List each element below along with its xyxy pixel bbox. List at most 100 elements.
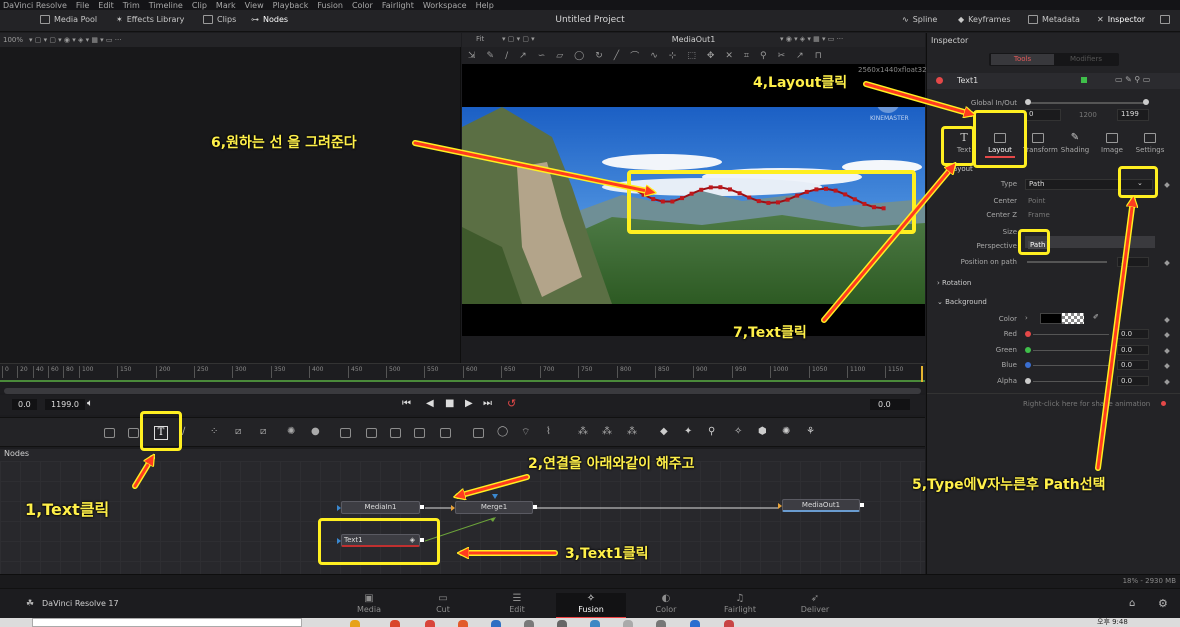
- timeline-ruler[interactable]: 0 20 40 60 80 100 150 200 250 300 350 400 450 500 550 6…: [0, 366, 925, 380]
- page-media[interactable]: ▣ Media: [334, 593, 404, 614]
- position-keyframe-icon[interactable]: [1164, 260, 1170, 266]
- left-viewer-options[interactable]: ▾ ▢ ▾ ▢ ▾ ◉ ▾ ◈ ▾ ▦ ▾ ▭ ···: [29, 36, 121, 44]
- pen-tool-icon[interactable]: ✎: [487, 51, 495, 61]
- 3d-merge-icon[interactable]: ✧: [734, 426, 742, 437]
- merge-output-icon[interactable]: [533, 505, 537, 509]
- taskbar-app-l-icon[interactable]: [724, 620, 734, 627]
- mediaout-output-icon[interactable]: [860, 503, 864, 507]
- home-icon[interactable]: ⌂: [1129, 598, 1135, 609]
- global-slider[interactable]: [1027, 102, 1147, 104]
- rotate-tool-icon[interactable]: ↻: [595, 51, 603, 61]
- timeline-scrollbar[interactable]: [4, 388, 921, 394]
- type-keyframe-icon[interactable]: [1164, 182, 1170, 188]
- loop-icon[interactable]: ↺: [507, 397, 516, 410]
- left-viewer[interactable]: [0, 33, 461, 363]
- bspline-mask-icon[interactable]: ⌇: [546, 426, 551, 437]
- 3d-light-icon[interactable]: ⚲: [708, 426, 715, 437]
- pin-tool-icon[interactable]: ⚲: [760, 51, 767, 61]
- rect-mask-icon[interactable]: [473, 428, 484, 438]
- mediain-output-icon[interactable]: [420, 505, 424, 509]
- camera-tracker-icon[interactable]: ⁂: [627, 426, 637, 437]
- select-tool-icon[interactable]: ⬚: [687, 51, 696, 61]
- to-start-icon[interactable]: ⏮︎: [402, 398, 411, 409]
- bspline-tool-icon[interactable]: ∽: [538, 51, 546, 61]
- tab-shading[interactable]: ✎ Shading: [1060, 133, 1090, 155]
- global-end-field[interactable]: 1199: [1117, 109, 1149, 121]
- to-end-icon[interactable]: ⏭︎: [483, 398, 492, 409]
- snap-tool-icon[interactable]: ⌗: [744, 51, 749, 61]
- blue-keyframe-icon[interactable]: [1164, 363, 1170, 369]
- taskbar-app-f-icon[interactable]: [524, 620, 534, 627]
- stop-icon[interactable]: ■: [445, 398, 454, 409]
- taskbar-app-h-icon[interactable]: [590, 620, 600, 627]
- tool-color-swatch[interactable]: [1081, 77, 1087, 83]
- 3d-text-icon[interactable]: ✦: [684, 426, 692, 437]
- image-tool-icon[interactable]: [128, 428, 139, 438]
- tool-header-icons[interactable]: ▭ ✎ ⚲ ▭: [1115, 75, 1150, 84]
- timeline-end-marker[interactable]: [921, 366, 923, 382]
- alpha-slider[interactable]: [1033, 381, 1109, 382]
- shape-animation-hint[interactable]: Right-click here for shape animation: [1023, 400, 1180, 408]
- node-mediaout[interactable]: MediaOut1: [778, 499, 864, 512]
- eyedropper-icon[interactable]: ✐: [1093, 313, 1099, 321]
- tab-settings[interactable]: Settings: [1135, 133, 1165, 154]
- keyframes-button[interactable]: ◆ Keyframes: [958, 15, 1011, 24]
- spline-button[interactable]: ∿ Spline: [902, 15, 937, 24]
- taskbar-app-d-icon[interactable]: [458, 620, 468, 627]
- node-merge[interactable]: Merge1: [451, 501, 537, 514]
- tab-image[interactable]: Image: [1097, 133, 1127, 154]
- taskbar-app-k-icon[interactable]: [690, 620, 700, 627]
- color-corrector-icon[interactable]: ⧄: [235, 426, 241, 437]
- curve-tool-icon[interactable]: ⌒: [630, 49, 639, 62]
- taskbar-app-b-icon[interactable]: [390, 620, 400, 627]
- menu-mark[interactable]: Mark: [216, 1, 236, 10]
- position-slider[interactable]: [1027, 261, 1107, 263]
- audio-icon[interactable]: 🔈︎: [87, 398, 93, 409]
- modifiers-tab[interactable]: Modifiers: [1055, 54, 1117, 65]
- planar-tool-icon[interactable]: ⁂: [602, 426, 612, 437]
- paint-tool-icon[interactable]: ∕: [182, 426, 185, 437]
- 3d-image-icon[interactable]: ⚘: [806, 426, 815, 437]
- page-color[interactable]: ◐ Color: [631, 593, 701, 614]
- scissors-tool-icon[interactable]: ✂: [778, 51, 786, 61]
- taskbar-app-a-icon[interactable]: [350, 620, 360, 627]
- page-cut[interactable]: ▭ Cut: [408, 593, 478, 614]
- taskbar-app-i-icon[interactable]: [623, 620, 633, 627]
- taskbar-app-c-icon[interactable]: [425, 620, 435, 627]
- color-keyframe-icon[interactable]: [1164, 317, 1170, 323]
- 3d-render-icon[interactable]: ✺: [782, 426, 790, 437]
- global-slider-start-handle[interactable]: [1025, 99, 1031, 105]
- rotation-section[interactable]: › Rotation: [937, 279, 1180, 287]
- inspector-button[interactable]: ✕ Inspector: [1097, 15, 1145, 24]
- menu-app[interactable]: DaVinci Resolve: [3, 1, 67, 10]
- crop-tool-icon[interactable]: [440, 428, 451, 438]
- step-back-icon[interactable]: ◀︎: [426, 398, 434, 409]
- metadata-button[interactable]: Metadata: [1028, 15, 1080, 24]
- red-keyframe-icon[interactable]: [1164, 332, 1170, 338]
- blue-slider[interactable]: [1033, 365, 1109, 366]
- page-fusion[interactable]: ✧ Fusion: [556, 593, 626, 619]
- arrow-tool-icon[interactable]: ↗: [796, 51, 804, 61]
- particles-tool-icon[interactable]: ⁘: [210, 426, 218, 437]
- curves-tool-icon[interactable]: ⧄: [260, 426, 266, 437]
- green-slider[interactable]: [1033, 350, 1109, 351]
- 3d-camera-icon[interactable]: ⬢: [758, 426, 767, 437]
- menu-help[interactable]: Help: [476, 1, 494, 10]
- alpha-keyframe-icon[interactable]: [1164, 379, 1170, 385]
- taskbar-app-g-icon[interactable]: [557, 620, 567, 627]
- window-toggle[interactable]: [1160, 15, 1170, 24]
- color-swatch[interactable]: [1040, 313, 1062, 324]
- start-time[interactable]: 0.0: [12, 399, 37, 410]
- rect-tool-icon[interactable]: ▱: [556, 51, 563, 61]
- page-deliver[interactable]: ➶ Deliver: [780, 593, 850, 614]
- brush-tool-icon[interactable]: ∕: [505, 51, 508, 61]
- background-section[interactable]: ⌄ Background: [937, 298, 1180, 306]
- current-time[interactable]: 0.0: [870, 399, 910, 410]
- menu-view[interactable]: View: [245, 1, 264, 10]
- move-tool-icon[interactable]: ✥: [707, 51, 715, 61]
- taskbar-app-e-icon[interactable]: [491, 620, 501, 627]
- page-edit[interactable]: ☰ Edit: [482, 593, 552, 614]
- centerz-option[interactable]: Frame: [1028, 211, 1050, 219]
- transform-tool-icon[interactable]: [414, 428, 425, 438]
- red-slider[interactable]: [1033, 334, 1109, 335]
